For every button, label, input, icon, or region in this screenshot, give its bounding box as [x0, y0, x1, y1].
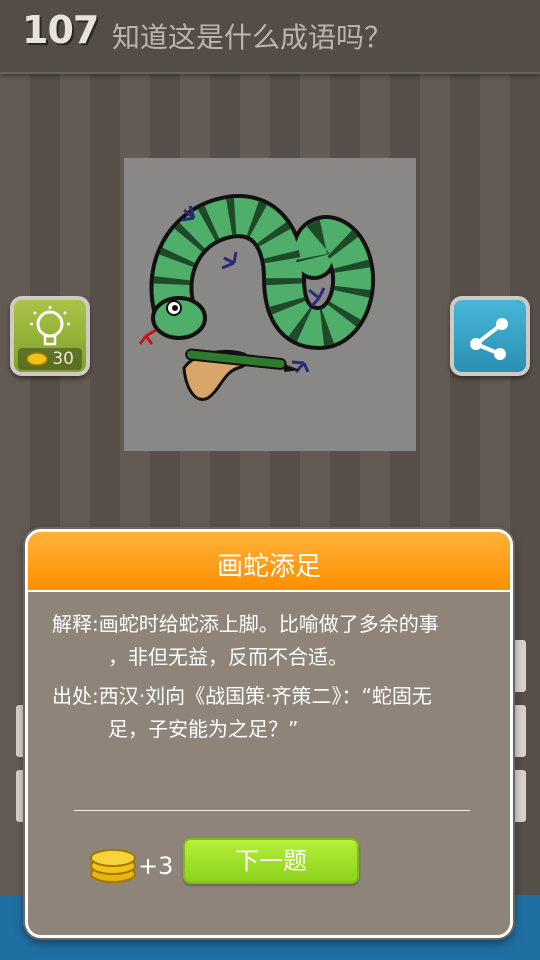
- explanation-line-1: 解释:画蛇时给蛇添上脚。比喻做了多余的事: [52, 612, 439, 636]
- idiom-title: 画蛇添足: [216, 552, 321, 582]
- explanation-text: 解释:画蛇时给蛇添上脚。比喻做了多余的事 ，非但无益，反而不合适。: [52, 608, 492, 674]
- source-text: 出处:西汉·刘向《战国策·齐策二》：“蛇固无 足，子安能为之足？”: [52, 680, 492, 746]
- answer-dialog: 画蛇添足 解释:画蛇时给蛇添上脚。比喻做了多余的事 ，非但无益，反而不合适。 出…: [25, 529, 513, 938]
- next-question-button[interactable]: 下一题: [183, 838, 359, 884]
- snake-drawing-icon: [138, 194, 375, 401]
- puzzle-image: [124, 158, 416, 451]
- hint-cost-badge: 30: [18, 348, 82, 370]
- share-button[interactable]: [450, 296, 530, 376]
- source-line-1: 出处:西汉·刘向《战国策·齐策二》：“蛇固无: [52, 684, 432, 708]
- reward-amount: +3: [138, 852, 174, 880]
- hint-button[interactable]: 30: [10, 296, 90, 376]
- level-number: 107: [22, 8, 99, 52]
- coin-icon: [26, 352, 48, 366]
- source-line-2: 足，子安能为之足？”: [108, 717, 299, 741]
- divider: [74, 810, 470, 811]
- question-text: 知道这是什么成语吗？: [112, 21, 393, 54]
- header-bar: 107 知道这是什么成语吗？: [0, 0, 540, 74]
- hint-cost-value: 30: [52, 349, 74, 369]
- share-icon: [470, 318, 508, 360]
- explanation-line-2: ，非但无益，反而不合适。: [108, 645, 348, 669]
- dialog-header: 画蛇添足: [28, 532, 510, 592]
- coin-stack-icon: [90, 849, 136, 883]
- lightbulb-icon: [30, 306, 70, 346]
